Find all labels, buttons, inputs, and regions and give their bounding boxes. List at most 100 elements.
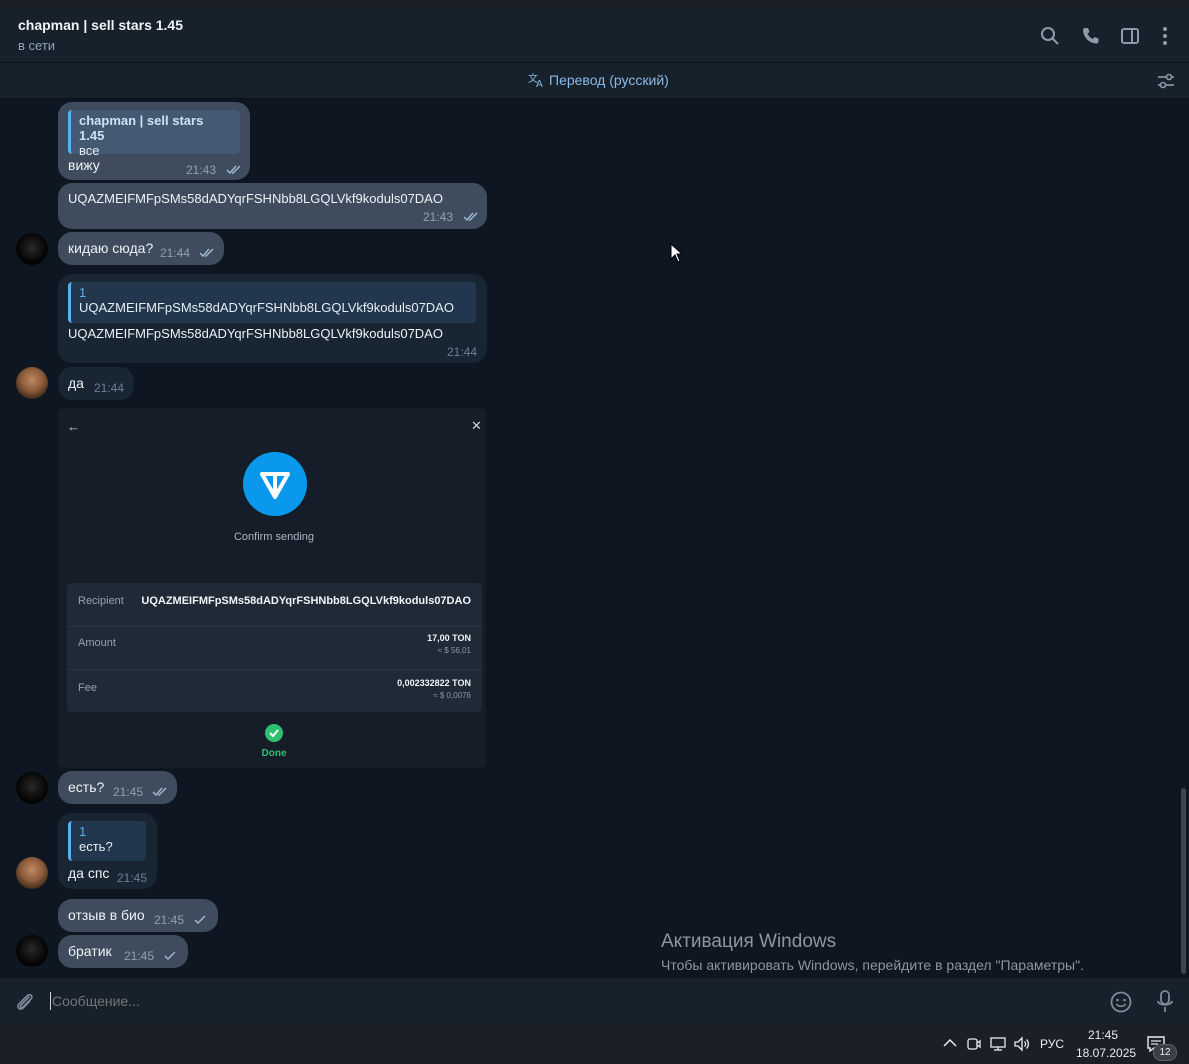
- message-bubble[interactable]: кидаю сюда? 21:44: [58, 232, 224, 265]
- message-bubble[interactable]: отзыв в био 21:45: [58, 899, 218, 932]
- check-circle-icon: [265, 724, 283, 742]
- avatar[interactable]: [16, 772, 48, 804]
- translate-button[interactable]: 文 A Перевод (русский): [528, 72, 669, 88]
- message-bubble[interactable]: да 21:44: [58, 367, 134, 400]
- volume-icon[interactable]: [1013, 1036, 1031, 1052]
- message-text: вижу: [68, 157, 100, 173]
- amount-label: Amount: [78, 637, 116, 649]
- translate-icon: 文 A: [528, 72, 543, 88]
- transaction-details-panel: Recipient UQAZMEIFMFpSMs58dADYqrFSHNbb8L…: [67, 583, 482, 712]
- avatar[interactable]: [16, 367, 48, 399]
- meet-now-icon[interactable]: [966, 1036, 982, 1052]
- double-check-icon: [152, 787, 167, 797]
- online-status: в сети: [18, 38, 56, 53]
- attach-icon[interactable]: [14, 991, 36, 1013]
- emoji-icon[interactable]: [1109, 990, 1133, 1014]
- chevron-up-icon[interactable]: [943, 1038, 957, 1048]
- amount-usd: ≈ $ 56,01: [437, 646, 471, 655]
- svg-text:A: A: [536, 79, 543, 88]
- message-time: 21:44: [447, 345, 478, 359]
- message-text: UQAZMEIFMFpSMs58dADYqrFSHNbb8LGQLVkf9kod…: [68, 326, 443, 341]
- recipient-label: Recipient: [78, 595, 124, 607]
- avatar[interactable]: [16, 233, 48, 265]
- chat-header: chapman | sell stars 1.45 в сети: [0, 8, 1189, 63]
- double-check-icon: [226, 165, 241, 175]
- activation-subtitle: Чтобы активировать Windows, перейдите в …: [661, 957, 1084, 973]
- message-time: 21:45: [113, 785, 144, 799]
- reply-author: chapman | sell stars 1.45: [79, 113, 204, 143]
- reply-text: UQAZMEIFMFpSMs58dADYqrFSHNbb8LGQLVkf9kod…: [79, 300, 454, 315]
- reply-text: все: [79, 143, 100, 158]
- back-arrow-icon: ←: [67, 419, 80, 434]
- recipient-row: Recipient UQAZMEIFMFpSMs58dADYqrFSHNbb8L…: [67, 583, 482, 627]
- input-language[interactable]: РУС: [1040, 1037, 1064, 1051]
- reply-text: есть?: [79, 839, 113, 854]
- message-text: UQAZMEIFMFpSMs58dADYqrFSHNbb8LGQLVkf9kod…: [68, 191, 443, 206]
- fee-usd: ≈ $ 0,0076: [433, 691, 471, 700]
- windows-taskbar: РУС 21:45 18.07.2025 12: [0, 1024, 1189, 1064]
- message-text: да спс: [68, 865, 110, 881]
- wallet-screenshot-image[interactable]: ← ✕ Confirm sending Recipient UQAZMEIFMF…: [58, 408, 486, 768]
- microphone-icon[interactable]: [1155, 989, 1175, 1015]
- message-bubble[interactable]: chapman | sell stars 1.45 все вижу 21:43: [58, 102, 250, 180]
- double-check-icon: [199, 248, 214, 258]
- avatar[interactable]: [16, 857, 48, 889]
- check-icon: [194, 915, 206, 925]
- reply-quote[interactable]: 1 есть?: [68, 821, 146, 861]
- message-bubble[interactable]: 1 есть? да спс 21:45: [58, 813, 157, 889]
- translation-settings-icon[interactable]: [1156, 72, 1176, 90]
- check-icon: [164, 951, 176, 961]
- activation-title: Активация Windows: [661, 931, 837, 952]
- done-label: Done: [261, 748, 287, 759]
- message-bubble[interactable]: UQAZMEIFMFpSMs58dADYqrFSHNbb8LGQLVkf9kod…: [58, 183, 487, 229]
- search-icon[interactable]: [1039, 25, 1061, 47]
- fee-row: Fee 0,002332822 TON ≈ $ 0,0076: [67, 669, 482, 712]
- more-menu-icon[interactable]: [1154, 25, 1176, 47]
- notification-count-badge: 12: [1153, 1044, 1177, 1061]
- message-list[interactable]: chapman | sell stars 1.45 все вижу 21:43…: [0, 99, 1178, 977]
- translate-label: Перевод (русский): [549, 72, 669, 88]
- recipient-value: UQAZMEIFMFpSMs58dADYqrFSHNbb8LGQLVkf9kod…: [141, 595, 471, 607]
- translation-bar: 文 A Перевод (русский): [0, 63, 1189, 99]
- mouse-cursor-icon: [670, 243, 684, 263]
- confirm-sending-label: Confirm sending: [233, 531, 315, 543]
- message-bubble[interactable]: братик 21:45: [58, 935, 188, 968]
- avatar[interactable]: [16, 935, 48, 967]
- clock-time[interactable]: 21:45: [1088, 1028, 1118, 1042]
- message-time: 21:44: [160, 246, 191, 260]
- message-bubble[interactable]: 1 UQAZMEIFMFpSMs58dADYqrFSHNbb8LGQLVkf9k…: [58, 274, 487, 363]
- reply-quote[interactable]: chapman | sell stars 1.45 все: [68, 110, 240, 158]
- scrollbar-thumb[interactable]: [1181, 788, 1186, 974]
- amount-value: 17,00 TON: [427, 633, 471, 643]
- windows-activation-watermark: Активация Windows Чтобы активировать Win…: [661, 931, 1084, 973]
- message-time: 21:44: [94, 381, 125, 395]
- ton-logo-icon: [243, 452, 307, 516]
- chat-title[interactable]: chapman | sell stars 1.45: [18, 17, 183, 33]
- amount-row: Amount 17,00 TON ≈ $ 56,01: [67, 626, 482, 670]
- reply-author: 1: [79, 285, 87, 300]
- message-bubble[interactable]: есть? 21:45: [58, 771, 177, 804]
- phone-icon[interactable]: [1080, 25, 1102, 47]
- close-icon: ✕: [471, 418, 482, 433]
- message-time: 21:45: [117, 871, 148, 885]
- fee-value: 0,002332822 TON: [397, 678, 471, 688]
- message-text: да: [68, 375, 84, 391]
- message-text: отзыв в био: [68, 907, 145, 923]
- message-composer: [0, 977, 1189, 1025]
- message-text: есть?: [68, 779, 105, 795]
- sidebar-toggle-icon[interactable]: [1119, 25, 1141, 47]
- message-input[interactable]: [50, 986, 1094, 1016]
- clock-date[interactable]: 18.07.2025: [1076, 1046, 1136, 1060]
- reply-author: 1: [79, 824, 87, 839]
- message-time: 21:43: [186, 163, 217, 177]
- double-check-icon: [463, 212, 478, 222]
- message-time: 21:45: [154, 913, 185, 927]
- network-icon[interactable]: [989, 1036, 1007, 1052]
- reply-quote[interactable]: 1 UQAZMEIFMFpSMs58dADYqrFSHNbb8LGQLVkf9k…: [68, 282, 476, 323]
- message-time: 21:43: [423, 210, 454, 224]
- window-top-strip: [0, 0, 1189, 8]
- fee-label: Fee: [78, 682, 97, 694]
- message-time: 21:45: [124, 949, 155, 963]
- message-text: братик: [68, 943, 112, 959]
- message-text: кидаю сюда?: [68, 240, 154, 256]
